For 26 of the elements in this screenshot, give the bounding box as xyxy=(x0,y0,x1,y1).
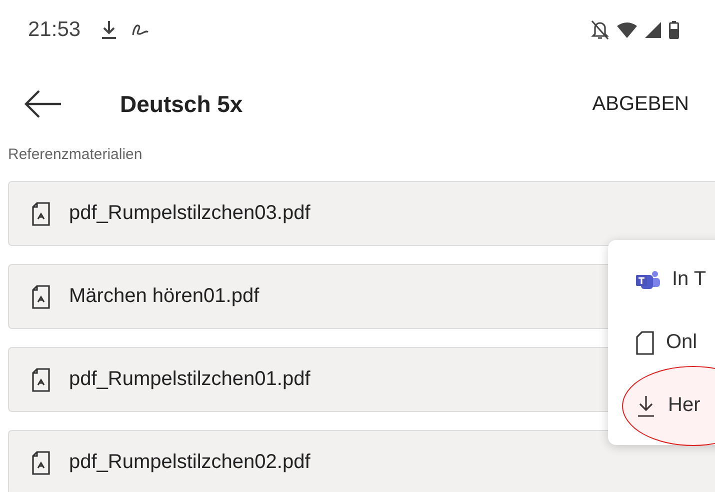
download-icon xyxy=(100,20,117,40)
wifi-icon xyxy=(617,22,637,38)
squiggle-icon xyxy=(130,23,149,37)
battery-icon xyxy=(669,21,679,39)
muted-bell-icon xyxy=(591,20,609,40)
pdf-file-icon xyxy=(31,450,51,474)
file-row[interactable]: pdf_Rumpelstilzchen03.pdf xyxy=(8,181,715,246)
back-button[interactable] xyxy=(24,89,62,119)
pdf-file-icon xyxy=(31,368,51,392)
pdf-file-icon xyxy=(31,284,51,308)
file-icon xyxy=(636,330,654,354)
file-name: pdf_Rumpelstilzchen03.pdf xyxy=(69,202,310,225)
signal-icon xyxy=(645,22,661,38)
menu-item[interactable]: In T xyxy=(672,268,706,291)
file-name: pdf_Rumpelstilzchen01.pdf xyxy=(69,368,310,391)
section-label: Referenzmaterialien xyxy=(7,146,144,163)
download-icon xyxy=(636,394,656,416)
back-arrow-icon xyxy=(24,89,62,119)
pdf-file-icon xyxy=(31,202,51,226)
page-title: Deutsch 5x xyxy=(120,90,243,118)
file-row[interactable]: pdf_Rumpelstilzchen02.pdf xyxy=(8,430,715,492)
file-name: pdf_Rumpelstilzchen02.pdf xyxy=(69,451,310,474)
file-name: Märchen hören01.pdf xyxy=(69,285,260,308)
submit-button[interactable]: ABGEBEN xyxy=(588,88,693,120)
status-time: 21:53 xyxy=(28,18,81,42)
people-logo-icon xyxy=(636,270,660,290)
